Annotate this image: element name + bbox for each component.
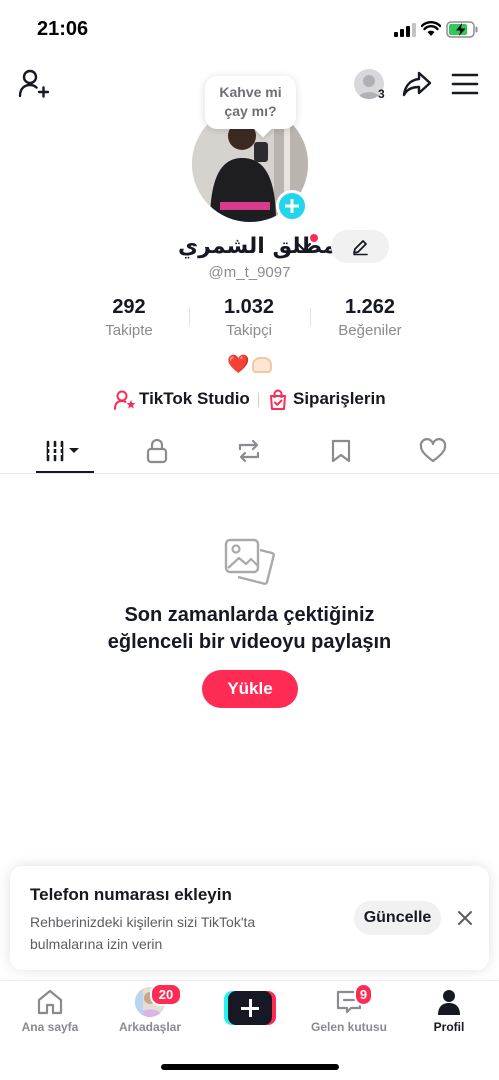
tab-private[interactable]	[127, 430, 187, 473]
home-indicator	[161, 1064, 339, 1070]
battery-charging-icon	[446, 21, 478, 38]
tab-videos[interactable]	[35, 430, 95, 473]
add-phone-card: Telefon numarası ekleyin Rehberinizdeki …	[10, 866, 489, 970]
phone-card-title: Telefon numarası ekleyin	[30, 885, 232, 904]
update-button[interactable]: Güncelle	[354, 901, 441, 935]
shopping-bag-icon	[270, 389, 286, 410]
orders-label: Siparişlerin	[293, 389, 386, 408]
heart-hands-emoji	[251, 357, 272, 374]
nav-profile[interactable]: Profil	[404, 987, 494, 1037]
inbox-badge: 9	[354, 983, 373, 1006]
nav-inbox-label: Gelen kutusu	[310, 1020, 387, 1034]
wifi-icon	[421, 21, 441, 36]
status-bar: 21:06	[0, 0, 499, 60]
username: @m_t_9097	[208, 264, 291, 281]
active-tab-indicator	[36, 471, 94, 473]
stat-divider	[310, 308, 311, 326]
nav-home-label: Ana sayfa	[21, 1020, 79, 1034]
profile-viewers-button[interactable]: 3	[352, 67, 388, 103]
following-stat[interactable]: 292 Takipte	[79, 296, 179, 339]
likes-label: Beğeniler	[338, 322, 402, 339]
tab-liked[interactable]	[403, 430, 463, 473]
edit-profile-button[interactable]	[331, 230, 389, 263]
notification-dot	[310, 234, 318, 242]
tab-favorites[interactable]	[311, 430, 371, 473]
viewer-count: 3	[378, 87, 385, 101]
home-icon	[37, 989, 63, 1015]
stat-divider	[189, 308, 190, 326]
nav-friends-label: Arkadaşlar	[118, 1020, 182, 1034]
chevron-down-icon[interactable]	[296, 240, 312, 254]
creator-star-icon	[114, 390, 136, 410]
grid-dropdown-icon	[46, 440, 79, 462]
links-divider	[258, 393, 259, 407]
menu-icon[interactable]	[450, 70, 480, 98]
tiktok-studio-label: TikTok Studio	[139, 389, 250, 408]
links-row: TikTok Studio Siparişlerin	[0, 388, 499, 412]
likes-stat[interactable]: 1.262 Beğeniler	[320, 296, 420, 339]
photo-stack-icon	[224, 538, 275, 585]
profile-icon	[438, 990, 460, 1015]
pencil-icon	[353, 240, 368, 256]
followers-count: 1.032	[223, 296, 275, 318]
heart-icon	[419, 438, 447, 463]
phone-card-description: Rehberinizdeki kişilerin sizi TikTok'ta …	[30, 914, 256, 952]
followers-label: Takipçi	[226, 322, 272, 339]
followers-stat[interactable]: 1.032 Takipçi	[199, 296, 299, 339]
nav-home[interactable]: Ana sayfa	[5, 987, 95, 1037]
bookmark-icon	[331, 439, 351, 463]
close-icon[interactable]	[456, 909, 474, 927]
heart-emoji: ❤️	[227, 354, 250, 374]
nav-profile-label: Profil	[433, 1020, 465, 1034]
add-friend-icon[interactable]	[18, 68, 50, 100]
stats-row: 292 Takipte 1.032 Takipçi 1.262 Beğenile…	[0, 296, 499, 346]
note-line-2: çay mı?	[224, 103, 277, 119]
empty-title-line-2: eğlenceli bir videoyu paylaşın	[107, 631, 392, 653]
name-row: مطلق الشمري	[0, 230, 499, 264]
upload-button[interactable]: Yükle	[202, 670, 298, 708]
status-time: 21:06	[37, 18, 89, 40]
likes-count: 1.262	[344, 296, 396, 318]
bio: ❤️	[0, 354, 499, 375]
friends-badge: 20	[150, 983, 182, 1006]
note-bubble[interactable]: Kahve mi çay mı?	[205, 76, 296, 129]
note-line-1: Kahve mi	[219, 84, 282, 100]
following-label: Takipte	[105, 322, 153, 339]
share-icon[interactable]	[401, 68, 433, 100]
nav-inbox[interactable]: Gelen kutusu	[304, 987, 394, 1037]
signal-bars-icon	[394, 23, 416, 37]
create-button[interactable]	[224, 991, 276, 1025]
following-count: 292	[112, 296, 146, 318]
lock-icon	[146, 438, 168, 464]
add-story-button[interactable]	[276, 190, 308, 222]
tab-reposts[interactable]	[219, 430, 279, 473]
empty-state-title: Son zamanlarda çektiğiniz eğlenceli bir …	[0, 602, 499, 656]
repost-icon	[238, 439, 260, 463]
empty-title-line-1: Son zamanlarda çektiğiniz	[124, 604, 375, 626]
content-tabs	[0, 430, 499, 474]
